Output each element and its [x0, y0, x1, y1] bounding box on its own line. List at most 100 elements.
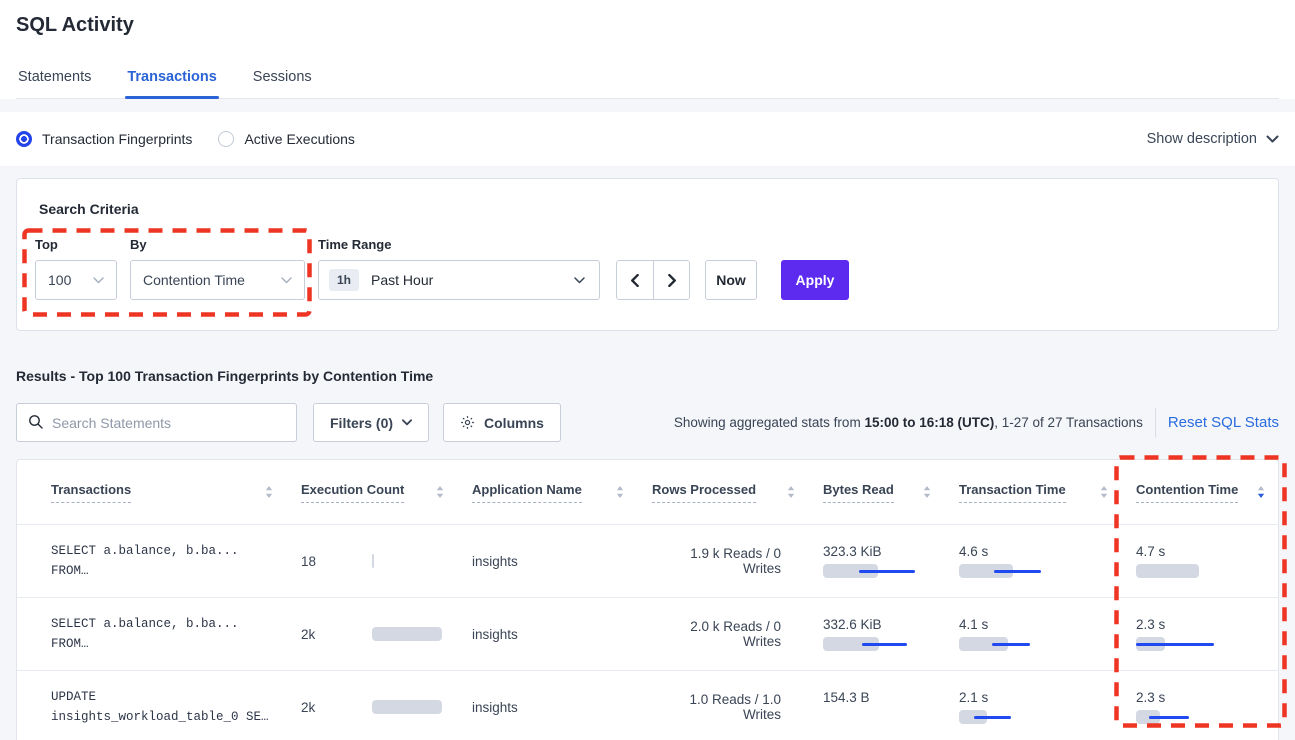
table-row[interactable]: UPDATE insights_workload_table_0 SE… 2k … [17, 670, 1278, 740]
time-range-badge: 1h [329, 269, 359, 291]
by-select-value: Contention Time [143, 272, 245, 288]
execution-count-bar [372, 627, 442, 641]
transaction-statement-link[interactable]: UPDATE insights_workload_table_0 SE… [51, 687, 301, 727]
show-description-label: Show description [1147, 131, 1257, 147]
rows-processed-cell: 2.0 k Reads / 0 Writes [652, 619, 823, 649]
column-header-rows-processed[interactable]: Rows Processed [652, 482, 823, 503]
transactions-table: Transactions Execution Count Application… [16, 459, 1279, 740]
contention-time-bar [1136, 637, 1236, 651]
transaction-time-cell: 4.1 s [959, 617, 1136, 651]
by-select[interactable]: Contention Time [130, 260, 305, 300]
chevron-down-icon [93, 277, 104, 284]
sort-icon [787, 486, 795, 498]
transaction-time-cell: 2.1 s [959, 690, 1136, 724]
show-description-toggle[interactable]: Show description [1147, 131, 1279, 147]
next-time-button[interactable] [653, 261, 689, 299]
bytes-read-bar [823, 564, 923, 578]
sort-icon [923, 486, 931, 498]
sort-icon [616, 486, 624, 498]
top-label: Top [35, 237, 117, 252]
sort-icon [265, 486, 273, 498]
sort-icon [436, 486, 444, 498]
transaction-statement-link[interactable]: SELECT a.balance, b.ba... FROM… [51, 614, 301, 654]
columns-button[interactable]: Columns [443, 403, 561, 442]
bytes-read-cell: 332.6 KiB [823, 617, 959, 651]
transaction-statement-link[interactable]: SELECT a.balance, b.ba... FROM… [51, 541, 301, 581]
contention-time-cell: 4.7 s [1136, 544, 1278, 578]
application-name-cell: insights [472, 554, 652, 569]
bytes-read-bar [823, 637, 923, 651]
transaction-time-bar [959, 710, 1059, 724]
application-name-cell: insights [472, 700, 652, 715]
table-header-row: Transactions Execution Count Application… [17, 460, 1278, 524]
chevron-down-icon [402, 419, 412, 426]
search-criteria-heading: Search Criteria [39, 201, 1258, 217]
search-icon [28, 414, 44, 430]
tab-transactions[interactable]: Transactions [125, 63, 218, 98]
chevron-right-icon [665, 274, 678, 287]
time-nav-group [616, 260, 690, 300]
main-content: Search Criteria Top 100 By Contention Ti… [0, 166, 1295, 740]
top-field: Top 100 [35, 237, 117, 300]
execution-count-cell: 18 [301, 554, 472, 569]
stats-time-range: 15:00 to 16:18 (UTC) [864, 415, 994, 430]
execution-count-bar [372, 700, 442, 714]
table-row[interactable]: SELECT a.balance, b.ba... FROM… 2k insig… [17, 597, 1278, 670]
tab-statements[interactable]: Statements [16, 63, 93, 98]
gear-icon [460, 415, 475, 430]
column-header-transactions[interactable]: Transactions [51, 482, 301, 503]
contention-time-bar [1136, 564, 1236, 578]
filters-button[interactable]: Filters (0) [313, 403, 429, 442]
column-header-execution-count[interactable]: Execution Count [301, 482, 472, 503]
now-button[interactable]: Now [705, 260, 757, 300]
radio-label: Transaction Fingerprints [42, 131, 192, 147]
sort-icon [1100, 486, 1108, 498]
vertical-divider [1155, 408, 1156, 438]
top-select[interactable]: 100 [35, 260, 117, 300]
time-range-select[interactable]: 1h Past Hour [318, 260, 600, 300]
rows-processed-cell: 1.9 k Reads / 0 Writes [652, 546, 823, 576]
app-header: SQL Activity Statements Transactions Ses… [0, 0, 1295, 99]
by-field: By Contention Time [130, 237, 305, 300]
transaction-time-cell: 4.6 s [959, 544, 1136, 578]
search-input[interactable] [16, 403, 297, 442]
radio-selected-icon [16, 131, 32, 147]
by-label: By [130, 237, 305, 252]
filters-label: Filters (0) [330, 415, 393, 431]
reset-sql-stats-link[interactable]: Reset SQL Stats [1168, 414, 1279, 431]
chevron-down-icon [281, 277, 292, 284]
top-select-value: 100 [48, 272, 71, 288]
column-header-contention-time[interactable]: Contention Time [1136, 482, 1278, 503]
view-toggle-bar: Transaction Fingerprints Active Executio… [0, 112, 1295, 166]
column-header-transaction-time[interactable]: Transaction Time [959, 482, 1136, 503]
contention-time-cell: 2.3 s [1136, 690, 1278, 724]
rows-processed-cell: 1.0 Reads / 1.0 Writes [652, 692, 823, 722]
tab-bar: Statements Transactions Sessions [16, 63, 1279, 99]
table-row[interactable]: SELECT a.balance, b.ba... FROM… 18 insig… [17, 524, 1278, 597]
tab-sessions[interactable]: Sessions [251, 63, 314, 98]
previous-time-button[interactable] [617, 261, 653, 299]
radio-label: Active Executions [244, 131, 355, 147]
chevron-down-icon [1266, 135, 1279, 143]
radio-transaction-fingerprints[interactable]: Transaction Fingerprints [16, 131, 192, 147]
time-range-label: Time Range [318, 237, 600, 252]
chevron-left-icon [629, 274, 642, 287]
contention-time-bar [1136, 710, 1236, 724]
radio-unselected-icon [218, 131, 234, 147]
execution-count-bar [372, 554, 442, 568]
bytes-read-bar [823, 710, 923, 724]
time-range-value: Past Hour [371, 272, 574, 288]
execution-count-cell: 2k [301, 700, 472, 715]
bytes-read-cell: 154.3 B [823, 690, 959, 724]
column-header-application-name[interactable]: Application Name [472, 482, 652, 503]
page-title: SQL Activity [16, 14, 1279, 37]
application-name-cell: insights [472, 627, 652, 642]
execution-count-cell: 2k [301, 627, 472, 642]
apply-button[interactable]: Apply [781, 260, 849, 300]
radio-active-executions[interactable]: Active Executions [218, 131, 355, 147]
aggregated-stats-text: Showing aggregated stats from 15:00 to 1… [674, 415, 1143, 430]
view-toggle-group: Transaction Fingerprints Active Executio… [16, 131, 355, 147]
transaction-time-bar [959, 564, 1059, 578]
columns-label: Columns [484, 415, 544, 431]
column-header-bytes-read[interactable]: Bytes Read [823, 482, 959, 503]
